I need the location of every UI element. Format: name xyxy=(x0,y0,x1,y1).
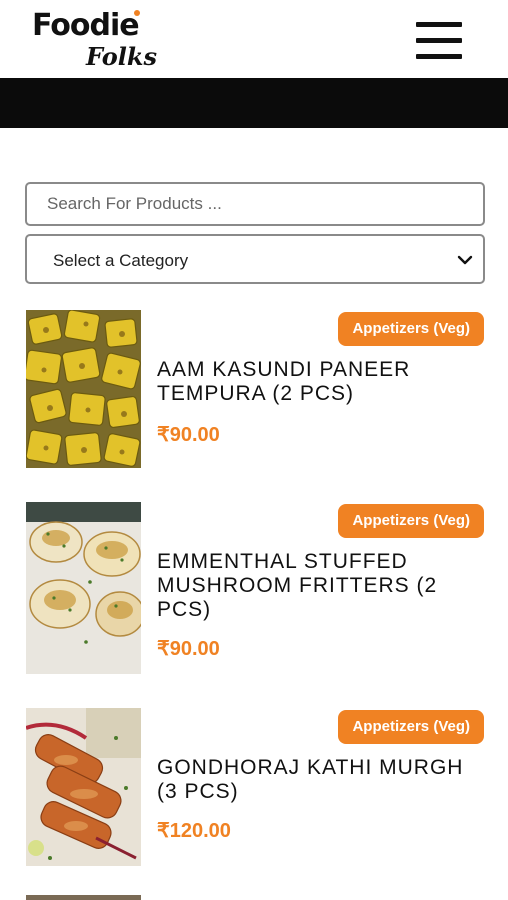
chevron-down-icon xyxy=(457,255,473,265)
product-price: ₹90.00 xyxy=(157,638,220,660)
product-image-kathi-murgh[interactable] xyxy=(26,708,141,866)
search-input[interactable] xyxy=(25,182,485,226)
hero-banner xyxy=(0,78,508,128)
product-image-paneer[interactable] xyxy=(26,310,141,468)
category-select[interactable]: Select a Category xyxy=(25,234,485,284)
logo-wordmark-top: Foodie xyxy=(32,8,140,43)
category-badge[interactable]: Appetizers (Veg) xyxy=(338,504,484,538)
product-title[interactable]: AAM KASUNDI PANEER TEMPURA (2 PCS) xyxy=(157,358,482,406)
product-price: ₹90.00 xyxy=(157,424,220,446)
menu-bar-bottom xyxy=(416,54,462,59)
hamburger-menu-icon[interactable] xyxy=(416,20,462,62)
category-badge[interactable]: Appetizers (Veg) xyxy=(338,710,484,744)
category-select-value: Select a Category xyxy=(53,251,189,270)
menu-bar-middle xyxy=(416,38,462,43)
next-product-image-edge xyxy=(26,895,141,900)
product-title[interactable]: GONDHORAJ KATHI MURGH (3 PCS) xyxy=(157,756,482,804)
menu-bar-top xyxy=(416,22,462,27)
logo-wordmark-bottom: Folks xyxy=(86,42,157,71)
logo-accent-dot xyxy=(134,10,140,16)
site-header: Foodie Folks xyxy=(0,0,508,78)
site-logo[interactable]: Foodie Folks xyxy=(32,8,157,72)
category-badge[interactable]: Appetizers (Veg) xyxy=(338,312,484,346)
product-image-mushroom[interactable] xyxy=(26,502,141,674)
product-title[interactable]: EMMENTHAL STUFFED MUSHROOM FRITTERS (2 P… xyxy=(157,550,482,622)
product-price: ₹120.00 xyxy=(157,820,231,842)
